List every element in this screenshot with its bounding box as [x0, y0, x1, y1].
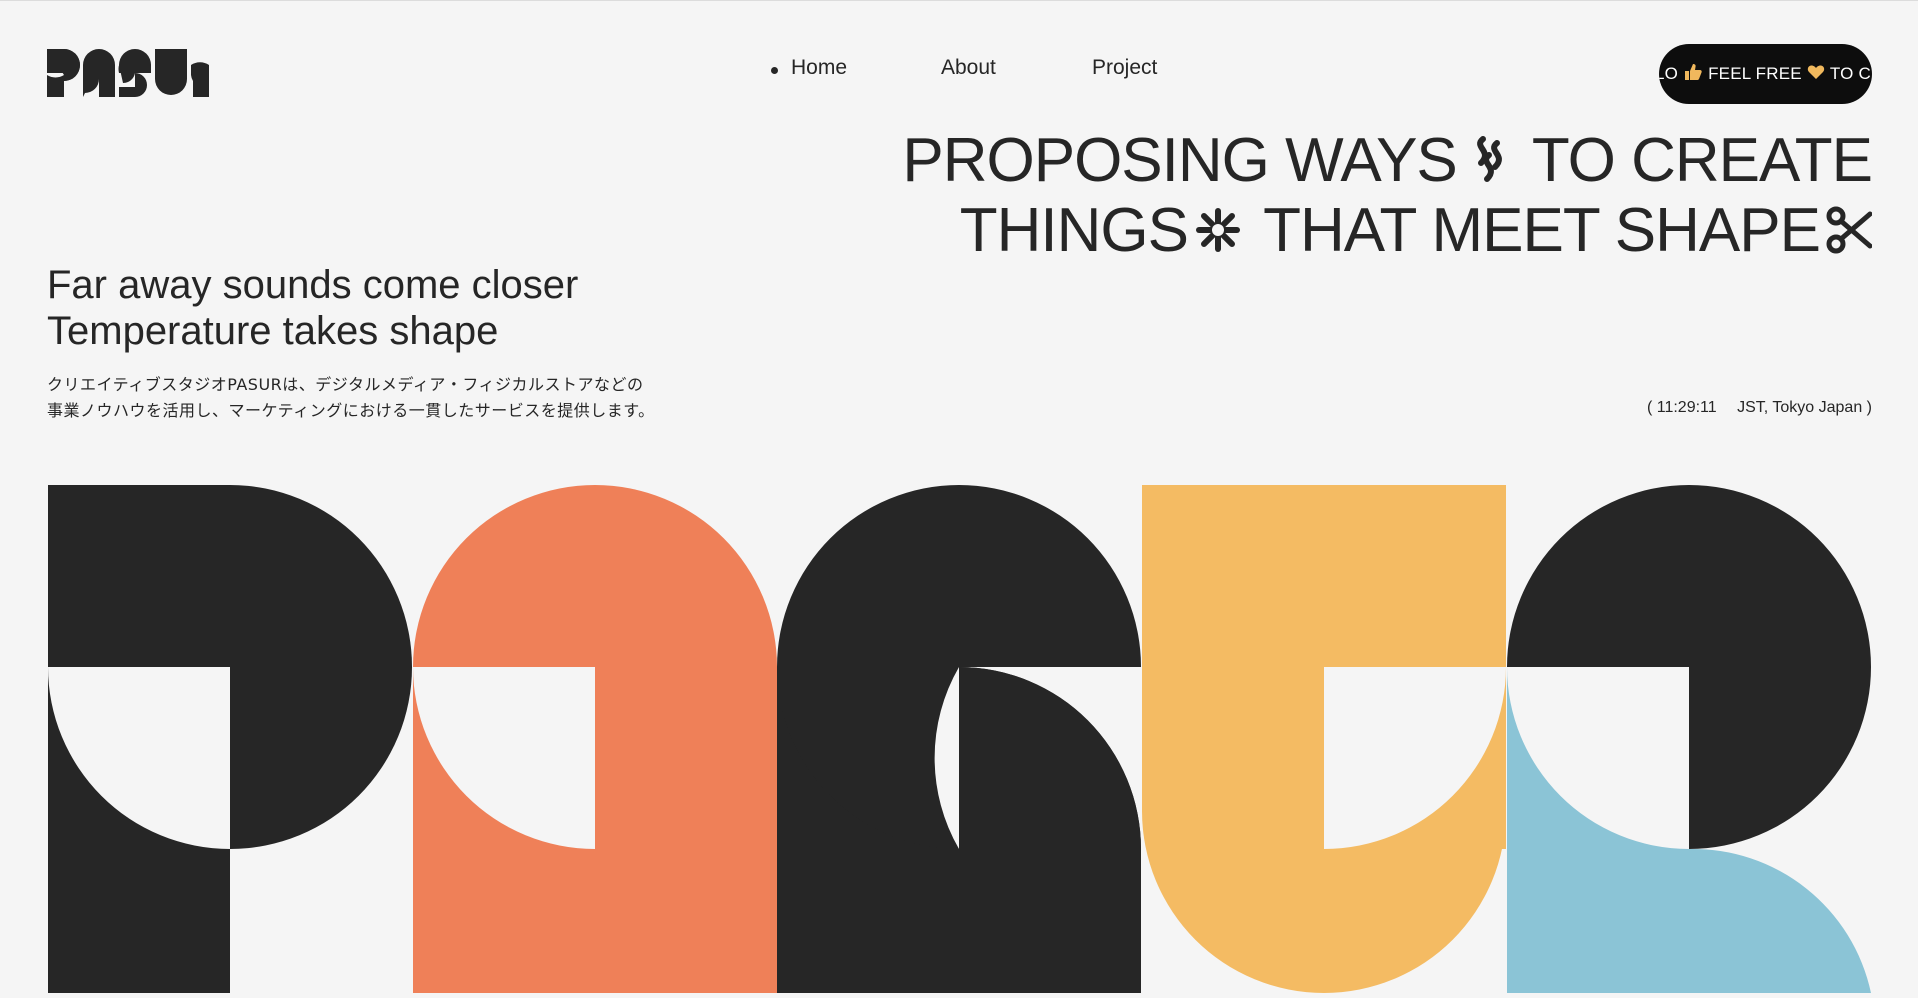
description-line-1: クリエイティブスタジオPASURは、デジタルメディア・フィジカルストアなどの [47, 375, 644, 394]
heart-icon [1807, 63, 1825, 86]
main-nav: Home About Project [0, 56, 1918, 86]
description-line-2: 事業ノウハウを活用し、マーケティングにおける一貫したサービスを提供します。 [47, 401, 655, 420]
clock-close-paren: ) [1866, 399, 1872, 416]
letter-s-shape [777, 485, 1141, 998]
tagline: Far away sounds come closer Temperature … [47, 262, 578, 354]
nav-item-about[interactable]: About [941, 56, 996, 80]
hero-wordmark-graphic [48, 485, 1872, 998]
letter-r-shape [1507, 485, 1871, 993]
studio-description: クリエイティブスタジオPASURは、デジタルメディア・フィジカルストアなどの 事… [47, 372, 655, 424]
marquee-text: TO C [1829, 64, 1871, 83]
wave-icon [1463, 132, 1511, 198]
headline-text: TO CREATE [1531, 126, 1873, 195]
headline-text: THINGS [959, 195, 1189, 265]
scissors-icon [1826, 201, 1873, 267]
headline-text: THAT MEET SHAPE [1263, 195, 1821, 265]
contact-marquee-button[interactable]: LO FEEL FREE TO C [1659, 44, 1872, 104]
top-border [0, 0, 1918, 1]
letter-a-shape [413, 485, 777, 993]
marquee-track: LO FEEL FREE TO C [1659, 44, 1871, 104]
tagline-line-1: Far away sounds come closer [47, 263, 579, 307]
hero-headline: PROPOSING WAYS TO CREATE THINGS THAT MEE… [902, 126, 1873, 268]
local-time: ( 11:29:11 JST, Tokyo Japan ) [1647, 399, 1872, 417]
thumbs-up-icon [1683, 62, 1703, 87]
marquee-text: FEEL FREE [1708, 64, 1802, 83]
headline-text: PROPOSING WAYS [902, 126, 1457, 195]
active-nav-indicator [771, 67, 778, 74]
tagline-line-2: Temperature takes shape [47, 309, 499, 353]
asterisk-icon [1194, 201, 1242, 267]
clock-time: 11:29:11 [1656, 399, 1717, 416]
marquee-text: LO [1659, 64, 1679, 83]
nav-item-project[interactable]: Project [1092, 56, 1157, 80]
letter-p-shape [48, 485, 412, 993]
nav-item-home[interactable]: Home [791, 56, 847, 80]
clock-open-paren: ( [1646, 399, 1653, 416]
letter-t-shape [1142, 485, 1506, 993]
headline-line-1: PROPOSING WAYS TO CREATE [902, 126, 1873, 198]
headline-line-2: THINGS THAT MEET SHAPE [902, 195, 1873, 268]
clock-zone: JST, Tokyo Japan [1737, 399, 1863, 416]
